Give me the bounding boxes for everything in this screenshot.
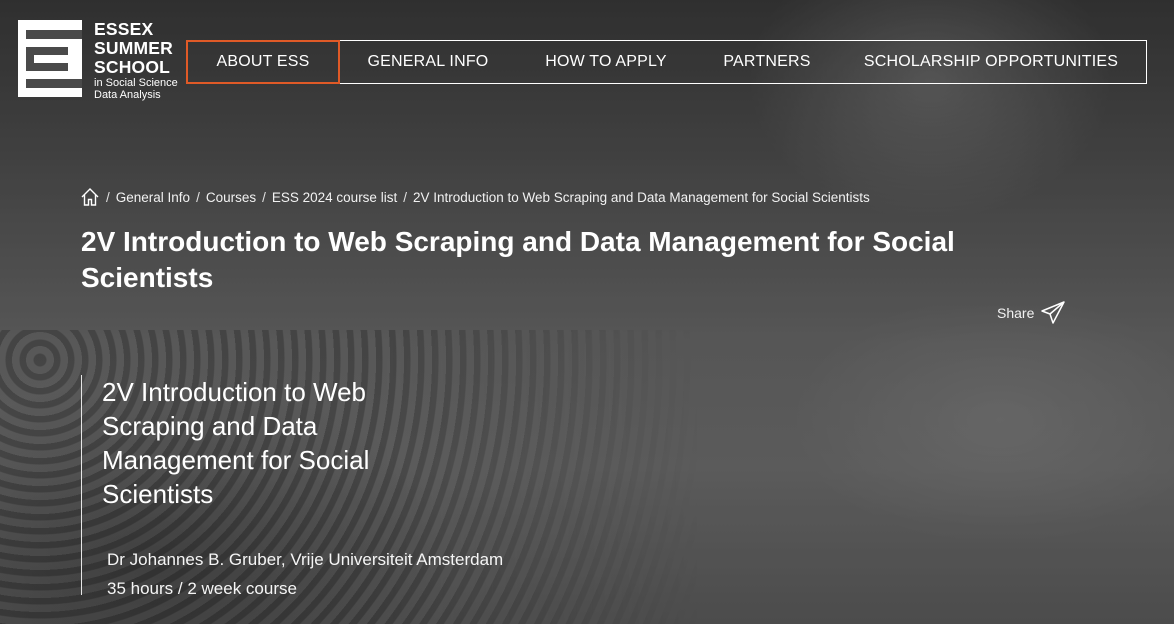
logo-line-summer: SUMMER	[94, 38, 173, 58]
logo-wordmark: ESSEX SUMMER SCHOOL in Social Science Da…	[94, 19, 178, 102]
nav-item-how-to-apply[interactable]: HOW TO APPLY	[516, 40, 696, 84]
course-summary-card: 2V Introduction to Web Scraping and Data…	[81, 375, 503, 598]
nav-item-about-ess[interactable]: ABOUT ESS	[186, 39, 340, 84]
paper-plane-icon	[1041, 301, 1066, 324]
course-duration: 35 hours / 2 week course	[107, 579, 297, 598]
breadcrumb-general-info[interactable]: General Info	[116, 190, 190, 205]
breadcrumb: / General Info / Courses / ESS 2024 cour…	[80, 187, 870, 207]
breadcrumb-separator: /	[196, 189, 200, 205]
share-button[interactable]: Share	[997, 300, 1066, 326]
ess-logo-mark-icon	[18, 20, 82, 97]
nav-item-scholarship-opportunities[interactable]: SCHOLARSHIP OPPORTUNITIES	[838, 40, 1144, 84]
share-label: Share	[997, 305, 1035, 321]
breadcrumb-separator: /	[403, 189, 407, 205]
logo-line-subtitle-1: in Social Science	[94, 77, 178, 89]
logo-line-subtitle-2: Data Analysis	[94, 89, 161, 101]
logo-line-essex: ESSEX	[94, 19, 154, 39]
course-meta: Dr Johannes B. Gruber, Vrije Universitei…	[102, 545, 503, 603]
course-instructor: Dr Johannes B. Gruber, Vrije Universitei…	[107, 550, 504, 569]
nav-item-partners[interactable]: PARTNERS	[696, 40, 838, 84]
logo-line-school: SCHOOL	[94, 57, 171, 77]
site-header: ESSEX SUMMER SCHOOL in Social Science Da…	[0, 0, 1174, 110]
breadcrumb-current-page: 2V Introduction to Web Scraping and Data…	[412, 189, 870, 205]
course-title: 2V Introduction to Web Scraping and Data…	[102, 377, 370, 509]
breadcrumb-separator: /	[106, 189, 110, 205]
essex-summer-school-logo[interactable]: ESSEX SUMMER SCHOOL in Social Science Da…	[18, 19, 188, 102]
nav-item-general-info[interactable]: GENERAL INFO	[340, 40, 516, 84]
home-icon[interactable]	[80, 187, 100, 207]
page-title: 2V Introduction to Web Scraping and Data…	[81, 226, 955, 293]
breadcrumb-courses[interactable]: Courses	[206, 190, 256, 205]
main-navigation: ABOUT ESS GENERAL INFO HOW TO APPLY PART…	[186, 39, 1147, 84]
breadcrumb-separator: /	[262, 189, 266, 205]
breadcrumb-course-list[interactable]: ESS 2024 course list	[272, 190, 397, 205]
